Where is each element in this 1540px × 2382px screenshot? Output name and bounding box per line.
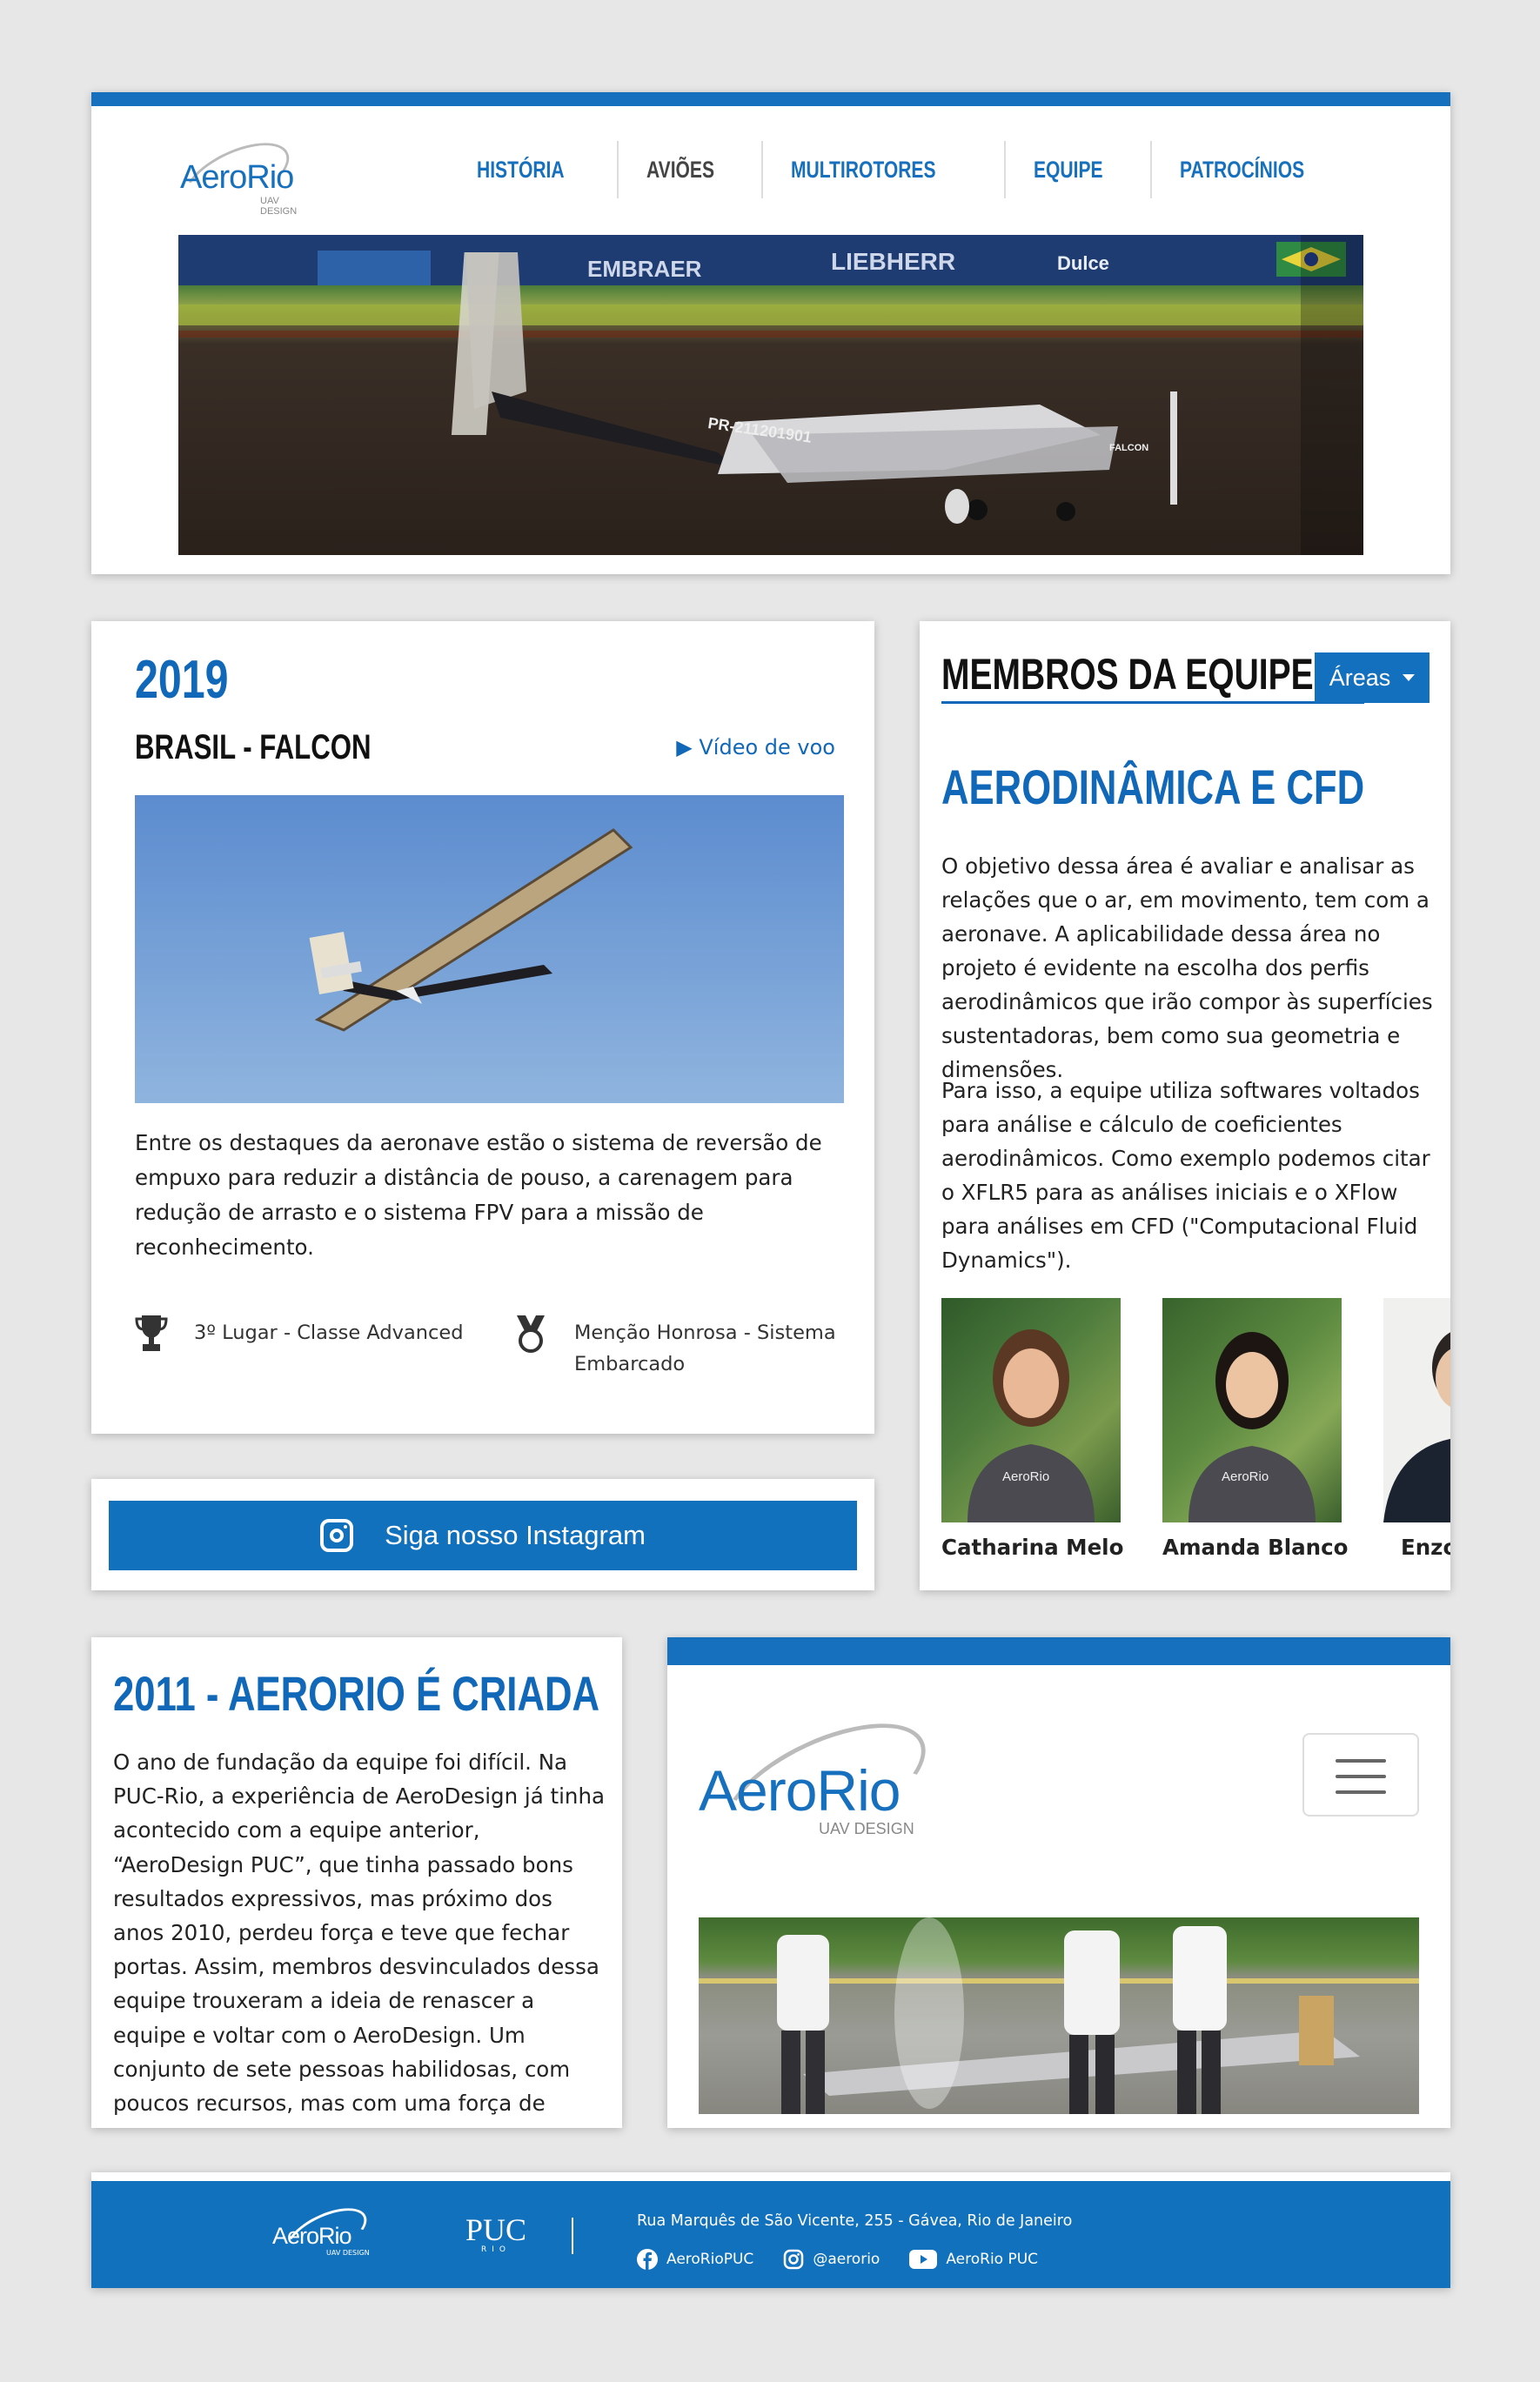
play-icon: ▶ [676,735,693,759]
medal-icon [517,1315,545,1353]
member-portrait [1383,1332,1450,1522]
mobile-preview-card: AeroRio UAV DESIGN [667,1637,1450,2128]
main-nav: HISTÓRIA AVIÕES MULTIROTORES EQUIPE PATR… [449,141,1368,198]
banner-sign-1: EMBRAER [587,256,702,282]
award-item-2: Menção Honrosa - Sistema Embarcado [513,1315,861,1380]
svg-text:AeroRio: AeroRio [1002,1469,1049,1484]
hero-banner-image: PR-211201901 FALCON EMBRAER LIEBHERR Dul… [178,235,1363,555]
team-title-underline [941,701,1364,704]
instagram-link[interactable]: @aerorio [783,2249,880,2270]
banner-sign-3: Dulce [1057,252,1109,274]
caret-down-icon [1403,674,1416,681]
nav-patrocinios[interactable]: PATROCÍNIOS [1150,141,1368,198]
instagram-card: Siga nosso Instagram [91,1479,874,1590]
member-card[interactable]: AeroRio Catharina Melo [941,1298,1124,1560]
member-card[interactable]: AeroRio Amanda Blanco [1162,1298,1349,1560]
area-paragraph-1: O objetivo dessa área é avaliar e analis… [941,853,1433,1082]
nav-equipe[interactable]: EQUIPE [1004,141,1150,198]
header-card: AeroRio UAV DESIGN HISTÓRIA AVIÕES MULTI… [91,92,1450,574]
plane-name-label: FALCON [1109,443,1148,453]
facebook-icon [637,2249,658,2270]
plane-flight-photo [135,795,844,1103]
history-text: O ano de fundação da equipe foi difícil.… [113,1750,605,2128]
facebook-link[interactable]: AeroRioPUC [637,2249,753,2270]
member-name: Enzo [1401,1535,1450,1560]
member-name: Catharina Melo [941,1535,1124,1560]
nav-avioes[interactable]: AVIÕES [616,141,761,198]
area-section-title: AERODINÂMICA E CFD [941,759,1365,814]
youtube-link[interactable]: AeroRio PUC [909,2249,1038,2270]
footer-address: Rua Marquês de São Vicente, 255 - Gávea,… [637,2212,1073,2230]
plane-card: 2019 BRASIL - FALCON ▶ Vídeo de voo Entr… [91,621,874,1434]
history-card: 2011 - AERORIO É CRIADA O ano de fundaçã… [91,1637,622,2128]
trophy-icon [135,1315,168,1351]
hero-plane-illustration: PR-211201901 FALCON EMBRAER LIEBHERR Dul… [178,235,1363,555]
video-link[interactable]: ▶ Vídeo de voo [676,735,835,759]
hamburger-menu-button[interactable] [1302,1733,1419,1817]
member-card[interactable]: Enzo [1383,1298,1450,1560]
instagram-icon [784,2249,804,2270]
banner-sign-2: LIEBHERR [831,248,955,275]
plane-flight-illustration [309,828,633,1032]
footer-aerorio-logo[interactable]: AeroRio UAV DESIGN [272,2198,377,2271]
team-card: MEMBROS DA EQUIPE Áreas AERODINÂMICA E C… [920,621,1450,1590]
nav-historia[interactable]: HISTÓRIA [449,141,617,198]
aerorio-logo[interactable]: AeroRio UAV DESIGN [174,129,309,224]
puc-rio-logo[interactable]: PUC RIO [457,2214,535,2266]
team-photo [699,1917,1419,2114]
svg-text:AeroRio: AeroRio [1222,1469,1269,1484]
history-title: 2011 - AERORIO É CRIADA [113,1666,600,1721]
footer: AeroRio UAV DESIGN PUC RIO Rua Marquês d… [91,2172,1450,2288]
member-photo: AeroRio [1162,1298,1342,1522]
instagram-follow-button[interactable]: Siga nosso Instagram [109,1501,857,1570]
member-portrait: AeroRio [1188,1332,1316,1522]
member-photo [1383,1298,1450,1522]
plane-year: 2019 [135,650,229,710]
instagram-icon [320,1519,354,1552]
area-paragraph-2: Para isso, a equipe utiliza softwares vo… [941,1078,1430,1273]
youtube-icon [909,2250,938,2269]
team-photo-illustration [699,1917,1419,2114]
award-item-1: 3º Lugar - Classe Advanced [135,1315,483,1352]
footer-divider [572,2218,573,2254]
plane-description: Entre os destaques da aeronave estão o s… [135,1130,822,1260]
member-portrait: AeroRio [968,1329,1095,1522]
areas-dropdown[interactable]: Áreas [1315,652,1430,703]
aerorio-logo-large[interactable]: AeroRio UAV DESIGN [699,1697,944,1877]
member-name: Amanda Blanco [1162,1535,1349,1560]
plane-name: BRASIL - FALCON [135,728,372,766]
footer-social-links: AeroRioPUC @aerorio AeroRio PUC [637,2249,1038,2270]
member-photo: AeroRio [941,1298,1121,1522]
nav-multirotores[interactable]: MULTIROTORES [760,141,1005,198]
